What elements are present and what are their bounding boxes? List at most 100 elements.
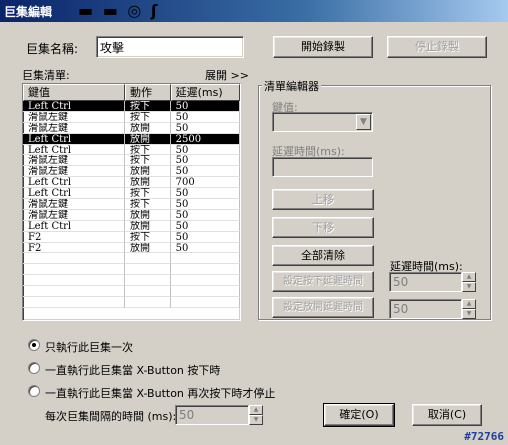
column-header-delay[interactable]: 延遲(ms) — [170, 84, 240, 101]
delay-cell: 2500 — [170, 133, 240, 145]
empty-cell — [170, 286, 240, 298]
chevron-down-icon[interactable]: ▼ — [356, 114, 371, 130]
run-while-pressed-label[interactable]: 一直執行此巨集當 X-Button 按下時 — [45, 362, 220, 378]
empty-cell — [125, 253, 171, 265]
action-cell: 放開 — [125, 133, 171, 145]
interval-spinner[interactable]: ▲ ▼ — [249, 405, 263, 425]
key-cell: Left Ctrl — [23, 177, 126, 189]
delay-cell: 50 — [170, 220, 240, 232]
empty-cell — [23, 253, 126, 265]
delay-cell: 50 — [170, 199, 240, 210]
table-row[interactable]: 滑鼠左鍵 按下 50 — [23, 199, 240, 210]
cancel-button[interactable]: 取消(C) — [412, 404, 482, 426]
delay-cell: 50 — [170, 242, 240, 254]
empty-cell — [23, 264, 126, 276]
run-until-pressed-label[interactable]: 一直執行此巨集當 X-Button 再次按下時才停止 — [45, 385, 275, 401]
table-row[interactable]: Left Ctrl 按下 50 — [23, 101, 240, 112]
brand-logo: ▬ ▬ ◎ ʃ — [78, 1, 160, 20]
watermark-id: #72766 — [464, 430, 504, 443]
delay-input[interactable] — [272, 157, 373, 177]
run-while-pressed-radio[interactable] — [28, 362, 40, 374]
key-cell: Left Ctrl — [23, 188, 126, 200]
macro-list-label: 巨集清單: — [22, 69, 70, 82]
key-cell: F2 — [23, 231, 126, 243]
key-cell: Left Ctrl — [23, 220, 126, 232]
action-cell: 按下 — [125, 101, 171, 112]
stop-record-button[interactable]: 停止錄製 — [387, 36, 487, 58]
table-row[interactable]: Left Ctrl 按下 50 — [23, 144, 240, 156]
empty-cell — [170, 253, 240, 265]
spin-up-icon[interactable]: ▲ — [462, 299, 476, 309]
spin-up-icon[interactable]: ▲ — [249, 405, 263, 415]
delay-cell: 50 — [170, 231, 240, 243]
empty-cell — [170, 275, 240, 287]
key-combo[interactable]: ▼ — [272, 112, 373, 132]
set-press-delay-button[interactable]: 設定按下延遲時間 — [272, 271, 374, 292]
clear-all-button[interactable]: 全部清除 — [272, 245, 374, 266]
table-row[interactable]: 滑鼠左鍵 放開 50 — [23, 122, 240, 134]
table-row[interactable]: 滑鼠左鍵 放開 50 — [23, 166, 240, 178]
column-header-action[interactable]: 動作 — [125, 84, 171, 101]
release-delay-spinner[interactable]: ▲ ▼ — [462, 299, 476, 319]
table-row[interactable]: F2 放開 50 — [23, 242, 240, 254]
press-delay-spinner[interactable]: ▲ ▼ — [462, 272, 476, 292]
table-row[interactable]: 滑鼠左鍵 放開 50 — [23, 209, 240, 221]
title-bar: 巨集編輯 ▬ ▬ ◎ ʃ — [0, 0, 508, 22]
action-cell: 按下 — [125, 188, 171, 200]
action-cell: 按下 — [125, 144, 171, 156]
empty-cell — [170, 297, 240, 308]
delay-cell: 50 — [170, 101, 240, 112]
start-record-button[interactable]: 開始錄製 — [273, 36, 373, 58]
key-cell: 滑鼠左鍵 — [23, 111, 126, 123]
table-row[interactable]: 滑鼠左鍵 按下 50 — [23, 155, 240, 167]
spin-down-icon[interactable]: ▼ — [249, 415, 263, 425]
list-editor-title: 清單編輯器 — [262, 78, 321, 94]
ok-button[interactable]: 確定(O) — [323, 403, 395, 427]
window-title: 巨集編輯 — [4, 5, 53, 19]
empty-cell — [23, 286, 126, 298]
delay-cell: 50 — [170, 188, 240, 200]
table-row[interactable]: F2 按下 50 — [23, 231, 240, 243]
expand-link[interactable]: 展開 >> — [205, 67, 249, 83]
empty-cell — [23, 275, 126, 287]
delay-cell: 50 — [170, 111, 240, 123]
run-once-label[interactable]: 只執行此巨集一次 — [45, 339, 133, 355]
move-down-button[interactable]: 下移 — [272, 217, 374, 238]
table-row[interactable]: Left Ctrl 按下 50 — [23, 188, 240, 200]
key-cell: 滑鼠左鍵 — [23, 122, 126, 134]
run-until-pressed-radio[interactable] — [28, 385, 40, 397]
empty-cell — [23, 297, 126, 308]
macro-name-input[interactable]: 攻擊 — [96, 36, 244, 58]
press-delay-input[interactable]: 50 — [389, 272, 462, 292]
action-cell: 按下 — [125, 199, 171, 210]
macro-list[interactable]: 鍵值 動作 延遲(ms) Left Ctrl 按下 50 滑鼠左鍵 按下 50 滑鼠左鍵 放開… — [22, 83, 241, 321]
action-cell: 按下 — [125, 111, 171, 123]
list-rows: Left Ctrl 按下 50 滑鼠左鍵 按下 50 滑鼠左鍵 放開 50 Left Ctrl 放開… — [23, 101, 240, 308]
table-row[interactable]: 滑鼠左鍵 按下 50 — [23, 111, 240, 123]
move-up-button[interactable]: 上移 — [272, 189, 374, 210]
key-cell: Left Ctrl — [23, 144, 126, 156]
table-row[interactable]: Left Ctrl 放開 2500 — [23, 133, 240, 145]
spin-down-icon[interactable]: ▼ — [462, 282, 476, 292]
delay-cell: 700 — [170, 177, 240, 189]
list-header: 鍵值 動作 延遲(ms) — [23, 84, 240, 101]
column-header-key[interactable]: 鍵值 — [23, 84, 126, 101]
key-cell: F2 — [23, 242, 126, 254]
spin-up-icon[interactable]: ▲ — [462, 272, 476, 282]
run-once-radio[interactable] — [28, 339, 40, 351]
empty-row — [23, 253, 240, 265]
set-release-delay-button[interactable]: 設定放開延遲時間 — [272, 297, 374, 318]
empty-row — [23, 286, 240, 298]
interval-input[interactable]: 50 — [175, 405, 249, 425]
empty-cell — [125, 275, 171, 287]
spin-down-icon[interactable]: ▼ — [462, 309, 476, 319]
release-delay-input[interactable]: 50 — [389, 299, 462, 319]
delay-cell: 50 — [170, 122, 240, 134]
table-row[interactable]: Left Ctrl 放開 700 — [23, 177, 240, 189]
table-row[interactable]: Left Ctrl 放開 50 — [23, 220, 240, 232]
empty-row — [23, 297, 240, 308]
macro-name-label: 巨集名稱: — [26, 42, 79, 56]
key-cell: Left Ctrl — [23, 101, 126, 112]
empty-cell — [125, 264, 171, 276]
action-cell: 放開 — [125, 166, 171, 178]
